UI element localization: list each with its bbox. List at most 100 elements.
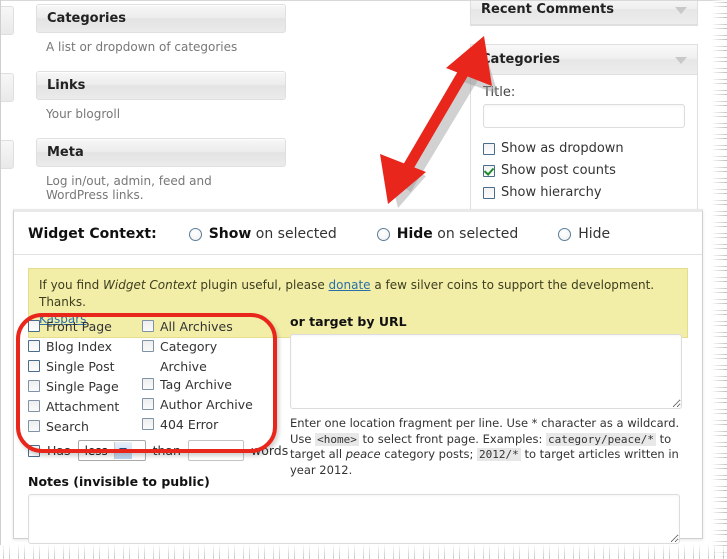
radio-show-on-selected[interactable]: Show on selected [188,226,337,242]
widget-stub-2 [0,73,14,102]
help-use: Use [290,431,316,446]
condition-all-archives[interactable]: All Archives [142,320,272,338]
widget-title: Links [36,71,286,100]
url-target-textarea[interactable] [290,334,682,409]
notes-label: Notes (invisible to public) [28,474,210,489]
option-show-post-counts[interactable]: Show post counts [483,163,685,178]
radio-hide-on-selected[interactable]: Hide on selected [376,226,518,242]
checkbox-icon[interactable] [142,378,154,390]
word-rule-suffix: words [250,443,289,458]
chevron-down-icon[interactable] [675,56,687,64]
help-after-home: to select front page. Examples: [358,431,547,446]
widget-header[interactable]: Recent Comments [471,0,697,25]
radio-icon[interactable] [188,227,202,241]
checkbox-icon[interactable] [28,380,40,392]
condition-label: 404 Error [160,417,219,432]
condition-label: Author Archive [160,397,253,412]
checkbox-icon[interactable] [483,142,495,155]
option-label: Show post counts [501,163,616,178]
condition-label: Blog Index [46,339,113,354]
widget-header-label: Recent Comments [481,2,614,17]
notes-section: Notes (invisible to public) [28,474,680,547]
donate-link[interactable]: donate [329,278,371,292]
chevron-down-icon[interactable] [675,6,687,14]
checkbox-icon[interactable] [28,360,40,372]
condition-label: Category [160,339,218,354]
page-left-border [0,0,1,545]
checkbox-icon[interactable] [142,398,154,410]
condition-search[interactable]: Search [28,420,142,438]
radio-label: Hide [578,226,611,242]
checkbox-icon[interactable] [483,186,495,199]
widget-categories-active[interactable]: Categories Title: Show as dropdown Show … [470,44,698,213]
help-code-category: category/peace/* [546,432,656,446]
url-target-heading: or target by URL [290,314,407,329]
radio-icon[interactable] [558,227,572,241]
condition-front-page[interactable]: Front Page [28,320,142,338]
checkbox-icon[interactable] [142,418,154,430]
widget-stub-1 [0,6,14,35]
condition-label: Single Post [46,359,115,374]
condition-single-post[interactable]: Single Post [28,360,142,378]
notice-text-1: If you find [39,278,104,292]
widget-description: A list or dropdown of categories [46,40,238,54]
radio-hide[interactable]: Hide [558,226,610,242]
checkbox-icon[interactable] [28,444,40,457]
condition-author-archive[interactable]: Author Archive [142,398,272,416]
radio-label: Show on selected [208,226,337,242]
notes-textarea[interactable] [28,494,680,544]
checkbox-icon[interactable] [142,340,154,352]
widget-title: Meta [36,138,286,167]
widget-title-input[interactable] [483,104,685,128]
option-show-hierarchy[interactable]: Show hierarchy [483,185,685,200]
word-rule-select-value: less [84,443,108,458]
condition-label: Tag Archive [160,377,232,392]
condition-label: Search [46,419,89,434]
condition-label: All Archives [160,319,233,334]
widget-meta-available[interactable]: Meta Log in/out, admin, feed and WordPre… [36,138,286,202]
widget-body: Title: Show as dropdown Show post counts… [471,75,697,212]
condition-blog-index[interactable]: Blog Index [28,340,142,358]
widget-context-panel: Widget Context: Show on selected Hide on… [13,209,703,544]
checkbox-icon[interactable] [28,400,40,412]
page-top-border [0,0,727,1]
torn-bottom-edge [0,545,727,559]
widget-header[interactable]: Categories [471,45,697,75]
help-line-1: Enter one location fragment per line. Us… [290,416,680,430]
checkbox-icon[interactable] [142,320,154,332]
condition-404-error[interactable]: 404 Error [142,418,272,436]
url-target-help: Enter one location fragment per line. Us… [290,416,682,478]
context-conditions: Front Page Blog Index Single Post Single… [28,320,278,440]
checkbox-icon[interactable] [28,340,40,352]
checkbox-checked-icon[interactable] [483,164,495,177]
condition-label: Front Page [46,319,112,334]
option-show-as-dropdown[interactable]: Show as dropdown [483,141,685,156]
widget-description: Log in/out, admin, feed and WordPress li… [46,174,212,202]
notice-text-2: plugin useful, please [196,278,329,292]
condition-label-continuation: Archive [160,359,207,374]
chevron-down-icon[interactable] [113,442,132,459]
condition-attachment[interactable]: Attachment [28,400,142,418]
widget-header-label: Categories [481,52,561,67]
help-after-peace: category posts; [380,447,478,461]
condition-tag-archive[interactable]: Tag Archive [142,378,272,396]
condition-label: Attachment [46,399,120,414]
word-rule-middle: than [152,443,181,458]
widget-links-available[interactable]: Links Your blogroll [36,71,286,121]
widget-recent-comments[interactable]: Recent Comments [470,0,698,26]
screenshot-root: Categories A list or dropdown of categor… [0,0,727,559]
conditions-column-1: Front Page Blog Index Single Post Single… [28,320,142,440]
condition-category-archive[interactable]: Category [142,340,272,358]
checkbox-icon[interactable] [28,320,40,332]
radio-icon[interactable] [376,227,390,241]
condition-label: Single Page [46,379,119,394]
checkbox-icon[interactable] [28,420,40,432]
widget-context-header: Widget Context: Show on selected Hide on… [14,212,702,255]
widget-stub-3 [0,140,14,169]
title-field-label: Title: [483,85,516,100]
word-rule-select[interactable]: less [77,440,146,461]
word-count-input[interactable] [187,440,244,461]
condition-single-page[interactable]: Single Page [28,380,142,398]
option-label: Show hierarchy [501,185,602,200]
widget-categories-available[interactable]: Categories A list or dropdown of categor… [36,4,286,54]
